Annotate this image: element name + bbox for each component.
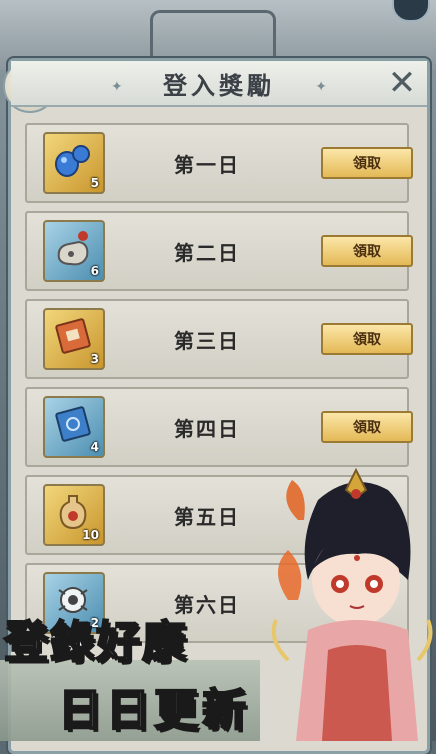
day-label: 第四日 <box>174 417 240 441</box>
item-count: 10 <box>82 528 99 542</box>
reward-row-day-3: 3 第三日 領取 <box>25 299 413 379</box>
slogan-line-2: 日日更新 <box>57 684 250 737</box>
item-count: 4 <box>90 440 99 454</box>
reward-item-slot[interactable]: 5 <box>43 132 105 194</box>
dialog-title: 登入獎勵 <box>163 70 275 100</box>
day-label: 第五日 <box>174 505 240 529</box>
slogan-line-1: 登錄好康 <box>3 616 188 669</box>
day-label: 第三日 <box>174 329 240 353</box>
red-book-icon <box>55 318 91 354</box>
claim-button[interactable]: 領取 <box>321 147 413 179</box>
day-label: 第一日 <box>174 153 240 177</box>
item-count: 3 <box>90 352 99 366</box>
reward-item-slot[interactable]: 4 <box>43 396 105 458</box>
pouch-icon <box>57 231 89 266</box>
reward-row-day-2: 6 第二日 領取 <box>25 211 413 291</box>
reward-item-slot[interactable]: 6 <box>43 220 105 282</box>
reward-item-slot[interactable]: 3 <box>43 308 105 370</box>
character-illustration <box>271 467 433 741</box>
item-count: 5 <box>90 176 99 190</box>
item-count: 6 <box>90 264 99 278</box>
blue-book-icon <box>55 406 91 442</box>
claim-button[interactable]: 領取 <box>321 235 413 267</box>
reward-row-day-4: 4 第四日 領取 <box>25 387 413 467</box>
day-label: 第二日 <box>174 241 240 265</box>
wine-jar-icon <box>59 495 87 530</box>
close-x-icon: ✕ <box>387 63 417 103</box>
cloud-ornament-icon: ✦ <box>111 79 123 95</box>
reward-item-slot[interactable]: 10 <box>43 484 105 546</box>
reward-row-day-1: 5 第一日 領取 <box>25 123 413 203</box>
dialog-header: ✦ 登入獎勵 ✦ <box>11 61 427 107</box>
claim-button[interactable]: 領取 <box>321 411 413 443</box>
claim-button[interactable]: 領取 <box>321 323 413 355</box>
blue-gourd-icon <box>55 145 90 177</box>
close-button[interactable]: ✕ <box>385 66 419 100</box>
cloud-ornament-icon: ✦ <box>315 79 327 95</box>
